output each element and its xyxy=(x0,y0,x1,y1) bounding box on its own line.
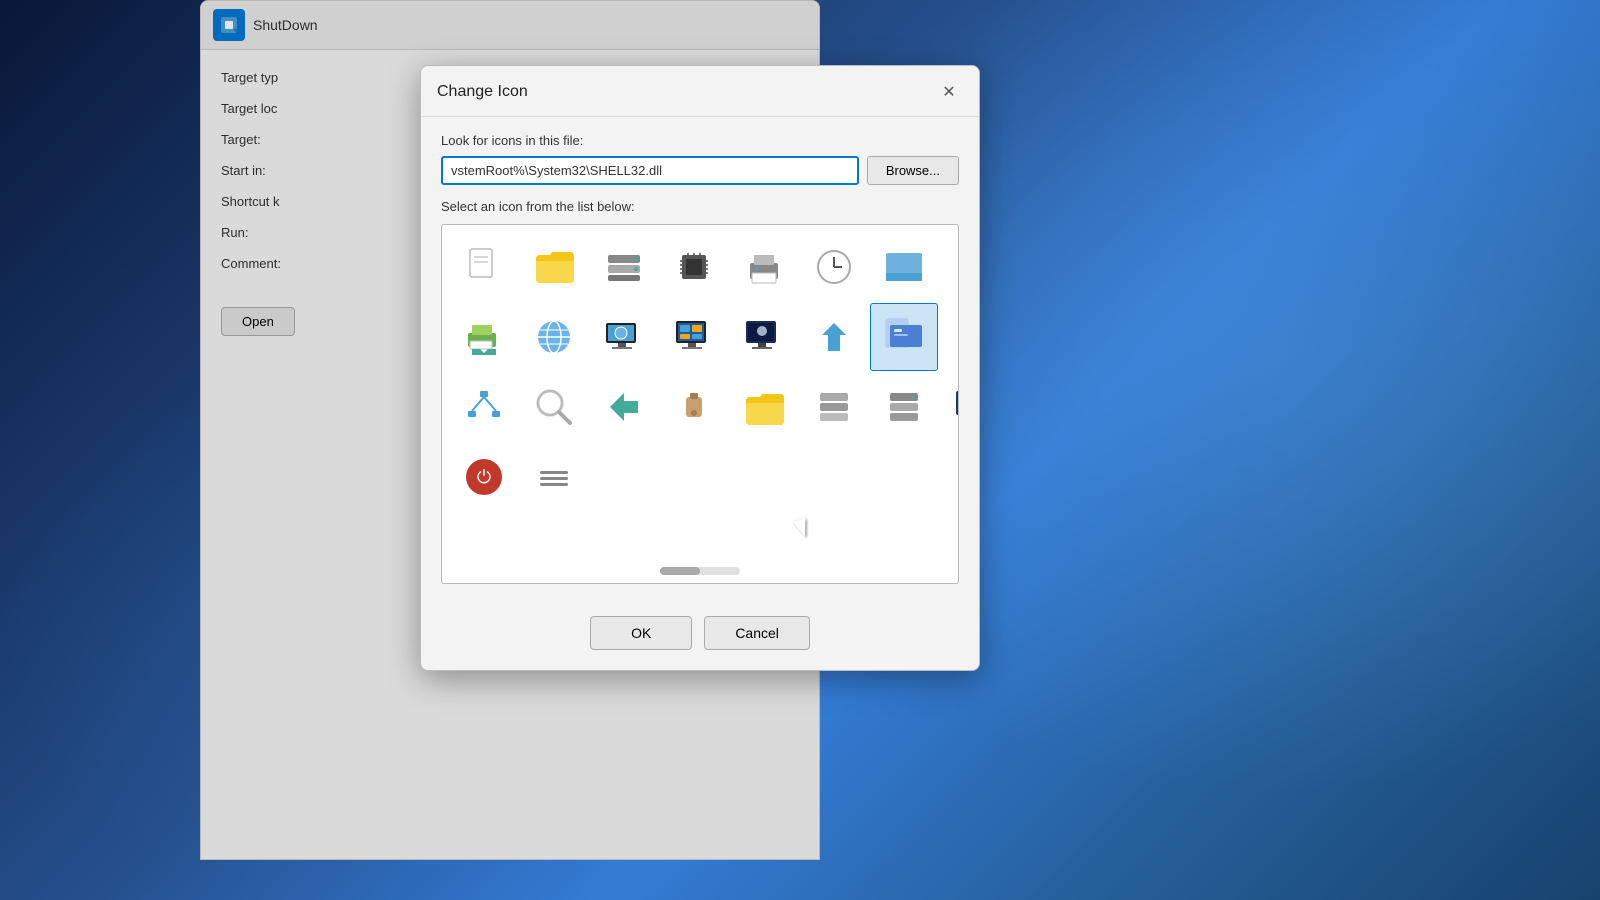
icon-folder-yellow2[interactable] xyxy=(730,373,798,441)
browse-button[interactable]: Browse... xyxy=(867,156,959,185)
dialog-title: Change Icon xyxy=(437,83,528,101)
icon-more[interactable] xyxy=(520,443,588,511)
icon-chip[interactable] xyxy=(660,233,728,301)
icon-doc-code[interactable] xyxy=(870,303,938,371)
icon-printer-green[interactable] xyxy=(450,303,518,371)
scrollbar-track[interactable] xyxy=(660,567,740,575)
icon-arrow-shortcut[interactable] xyxy=(940,233,959,301)
icon-server-gray[interactable] xyxy=(590,233,658,301)
icon-blank-doc[interactable] xyxy=(450,233,518,301)
icon-monitor-moon[interactable] xyxy=(730,303,798,371)
icon-floppy[interactable] xyxy=(940,303,959,371)
icon-server3[interactable] xyxy=(870,373,938,441)
ok-button[interactable]: OK xyxy=(590,616,692,650)
dialog-footer: OK Cancel xyxy=(421,600,979,670)
icon-arrow-up2[interactable] xyxy=(800,303,868,371)
icon-network-lines[interactable] xyxy=(450,373,518,441)
icon-server2[interactable] xyxy=(800,373,868,441)
icon-grid-container[interactable]: ? ⏻ xyxy=(441,224,959,584)
select-icon-label: Select an icon from the list below: xyxy=(441,199,959,214)
file-input-row: Browse... xyxy=(441,156,959,185)
icon-globe[interactable] xyxy=(520,303,588,371)
icon-monitor2[interactable] xyxy=(940,373,959,441)
dialog-titlebar: Change Icon ✕ xyxy=(421,66,979,117)
icon-clock[interactable] xyxy=(800,233,868,301)
dialog-body: Look for icons in this file: Browse... S… xyxy=(421,117,979,600)
desktop: ShutDown Target typ Target loc Target: S… xyxy=(0,0,1600,900)
icon-grid: ? ⏻ xyxy=(450,233,950,511)
icon-taskbar[interactable] xyxy=(870,233,938,301)
icon-yellow-folder[interactable] xyxy=(520,233,588,301)
icon-usb-drive[interactable] xyxy=(660,373,728,441)
look-for-label: Look for icons in this file: xyxy=(441,133,959,148)
icon-monitor-globe[interactable] xyxy=(590,303,658,371)
file-path-input[interactable] xyxy=(441,156,859,185)
icon-printer[interactable] xyxy=(730,233,798,301)
cancel-button[interactable]: Cancel xyxy=(704,616,810,650)
icon-magnifier[interactable] xyxy=(520,373,588,441)
scrollbar-thumb xyxy=(660,567,700,575)
close-icon: ✕ xyxy=(942,82,955,102)
icon-monitor-tiles[interactable] xyxy=(660,303,728,371)
icon-arrow-green[interactable] xyxy=(590,373,658,441)
svg-text:⏻: ⏻ xyxy=(477,467,491,487)
close-button[interactable]: ✕ xyxy=(935,78,963,106)
change-icon-dialog: Change Icon ✕ Look for icons in this fil… xyxy=(420,65,980,671)
icon-power-red[interactable]: ⏻ xyxy=(450,443,518,511)
